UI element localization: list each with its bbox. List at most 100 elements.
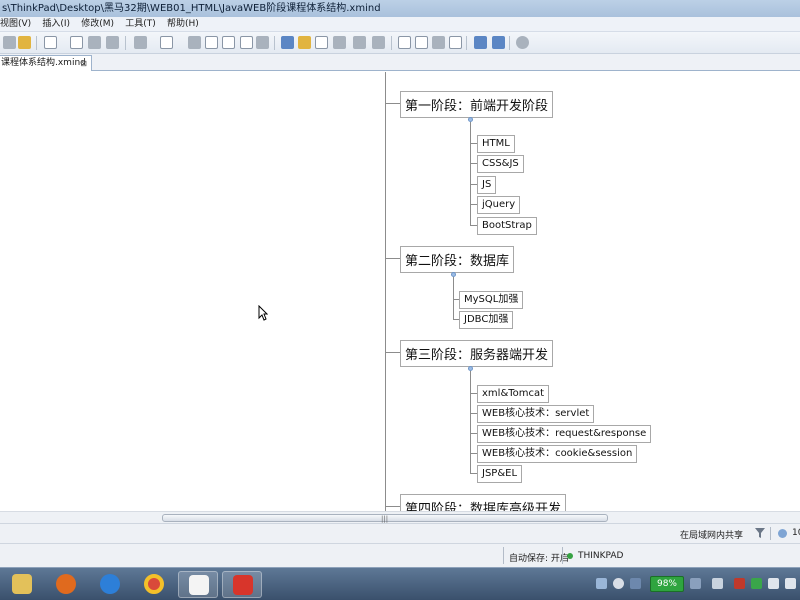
outline-icon[interactable]	[315, 36, 328, 49]
close-tab-icon[interactable]: ⊠	[80, 56, 87, 71]
toolbar-separator	[274, 36, 275, 50]
hyperlink-icon[interactable]	[240, 36, 253, 49]
tray-arrow-icon[interactable]	[690, 578, 701, 589]
connector	[470, 453, 477, 454]
stage-4[interactable]: 第四阶段：数据库高级开发	[400, 494, 567, 511]
zoom-icon[interactable]	[778, 529, 787, 538]
stage-2[interactable]: 第二阶段：数据库	[400, 246, 515, 273]
online-status-icon	[567, 553, 573, 559]
menu-tools[interactable]: 工具(T)	[125, 17, 164, 32]
edit-icon[interactable]	[3, 36, 16, 49]
topic-jsp-el[interactable]: JSP&EL	[477, 465, 523, 483]
settings-gear-icon[interactable]	[516, 36, 529, 49]
topic-js[interactable]: JS	[477, 176, 497, 194]
topic-servlet[interactable]: WEB核心技术：servlet	[477, 405, 595, 423]
lan-share-label[interactable]: 在局域网内共享	[680, 528, 743, 541]
topic-html[interactable]: HTML	[477, 135, 515, 153]
style-icon[interactable]	[372, 36, 385, 49]
topic-css-js[interactable]: CSS&JS	[477, 155, 524, 173]
horizontal-scrollbar[interactable]: |||	[0, 511, 800, 523]
taskbar-xmind[interactable]	[222, 571, 262, 598]
menu-insert[interactable]: 插入(I)	[42, 17, 78, 32]
task-icon[interactable]	[281, 36, 294, 49]
zoom-icon[interactable]	[449, 36, 462, 49]
mouse-cursor-icon	[258, 305, 268, 321]
subtopic-icon[interactable]	[70, 36, 83, 49]
insert-image-icon[interactable]	[160, 36, 173, 49]
branch-connector	[470, 122, 471, 226]
network-icon[interactable]	[630, 578, 641, 589]
taskbar-firefox[interactable]	[46, 571, 86, 598]
toolbar-separator	[36, 36, 37, 50]
media-player-icon	[100, 574, 120, 594]
relationship-icon[interactable]	[88, 36, 101, 49]
topic-cookie-session[interactable]: WEB核心技术：cookie&session	[477, 445, 638, 463]
folder-icon	[12, 574, 32, 594]
connector	[470, 433, 477, 434]
stage-3[interactable]: 第三阶段：服务器端开发	[400, 340, 554, 367]
topic-bootstrap[interactable]: BootStrap	[477, 217, 537, 235]
connector	[385, 103, 400, 104]
find-icon[interactable]	[333, 36, 346, 49]
stage-1[interactable]: 第一阶段：前端开发阶段	[400, 91, 554, 118]
toolbar-separator	[466, 36, 467, 50]
help-icon[interactable]	[613, 578, 624, 589]
topic-mysql[interactable]: MySQL加强	[459, 291, 524, 309]
status-separator	[562, 547, 563, 564]
toolbar-separator	[509, 36, 510, 50]
topic-jdbc[interactable]: JDBC加强	[459, 311, 514, 329]
attachment-icon[interactable]	[188, 36, 201, 49]
share-icon[interactable]	[474, 36, 487, 49]
window-title: s\ThinkPad\Desktop\黑马32期\WEB01_HTML\Java…	[0, 0, 800, 17]
taskbar-chrome[interactable]	[134, 571, 174, 598]
taskbar-explorer[interactable]	[2, 571, 42, 598]
taskbar-editor[interactable]	[178, 571, 218, 598]
boundary-icon[interactable]	[106, 36, 119, 49]
brush-icon[interactable]	[353, 36, 366, 49]
tab-label: 课程体系结构.xmind	[1, 58, 86, 68]
status-bar-bottom: 自动保存: 开启 THINKPAD	[0, 543, 800, 567]
upload-icon[interactable]	[492, 36, 505, 49]
topic-jquery[interactable]: jQuery	[477, 196, 521, 214]
volume-icon[interactable]	[768, 578, 779, 589]
presentation-icon[interactable]	[134, 36, 147, 49]
mindmap-canvas[interactable]: 第一阶段：前端开发阶段 HTML CSS&JS JS jQuery BootSt…	[0, 72, 800, 511]
security-icon[interactable]	[734, 578, 745, 589]
status-bar-top: 在局域网内共享 10	[0, 523, 800, 543]
battery-indicator[interactable]: 98%	[650, 576, 684, 592]
autosave-status[interactable]: 自动保存: 开启	[509, 551, 569, 564]
topic-xml-tomcat[interactable]: xml&Tomcat	[477, 385, 550, 403]
taskbar-media-player[interactable]	[90, 571, 130, 598]
menu-view[interactable]: 视图(V)	[0, 17, 39, 32]
format-painter-icon[interactable]	[18, 36, 31, 49]
update-icon[interactable]	[751, 578, 762, 589]
toolbar-separator	[125, 36, 126, 50]
user-name[interactable]: THINKPAD	[578, 551, 624, 561]
connector	[470, 204, 477, 205]
calendar-icon[interactable]	[415, 36, 428, 49]
label-icon[interactable]	[222, 36, 235, 49]
connector	[470, 225, 477, 226]
idea-icon[interactable]	[298, 36, 311, 49]
tray-up-icon[interactable]	[596, 578, 607, 589]
note-icon[interactable]	[205, 36, 218, 49]
connector	[470, 163, 477, 164]
summary-icon[interactable]	[256, 36, 269, 49]
layout-icon[interactable]	[398, 36, 411, 49]
tray-app-icon[interactable]	[712, 578, 723, 589]
filter-icon[interactable]	[754, 527, 766, 539]
tab-xmind-file[interactable]: 课程体系结构.xmind ⊠	[0, 55, 92, 71]
status-separator	[770, 527, 771, 540]
connector	[470, 184, 477, 185]
menu-modify[interactable]: 修改(M)	[81, 17, 122, 32]
xmind-icon	[233, 575, 253, 595]
display-icon[interactable]	[785, 578, 796, 589]
timer-icon[interactable]	[432, 36, 445, 49]
menu-help[interactable]: 帮助(H)	[167, 17, 207, 32]
topic-icon[interactable]	[44, 36, 57, 49]
topic-request-response[interactable]: WEB核心技术：request&response	[477, 425, 652, 443]
scrollbar-thumb[interactable]: |||	[162, 514, 608, 523]
connector	[470, 413, 477, 414]
connector	[385, 352, 400, 353]
status-separator	[503, 547, 504, 564]
